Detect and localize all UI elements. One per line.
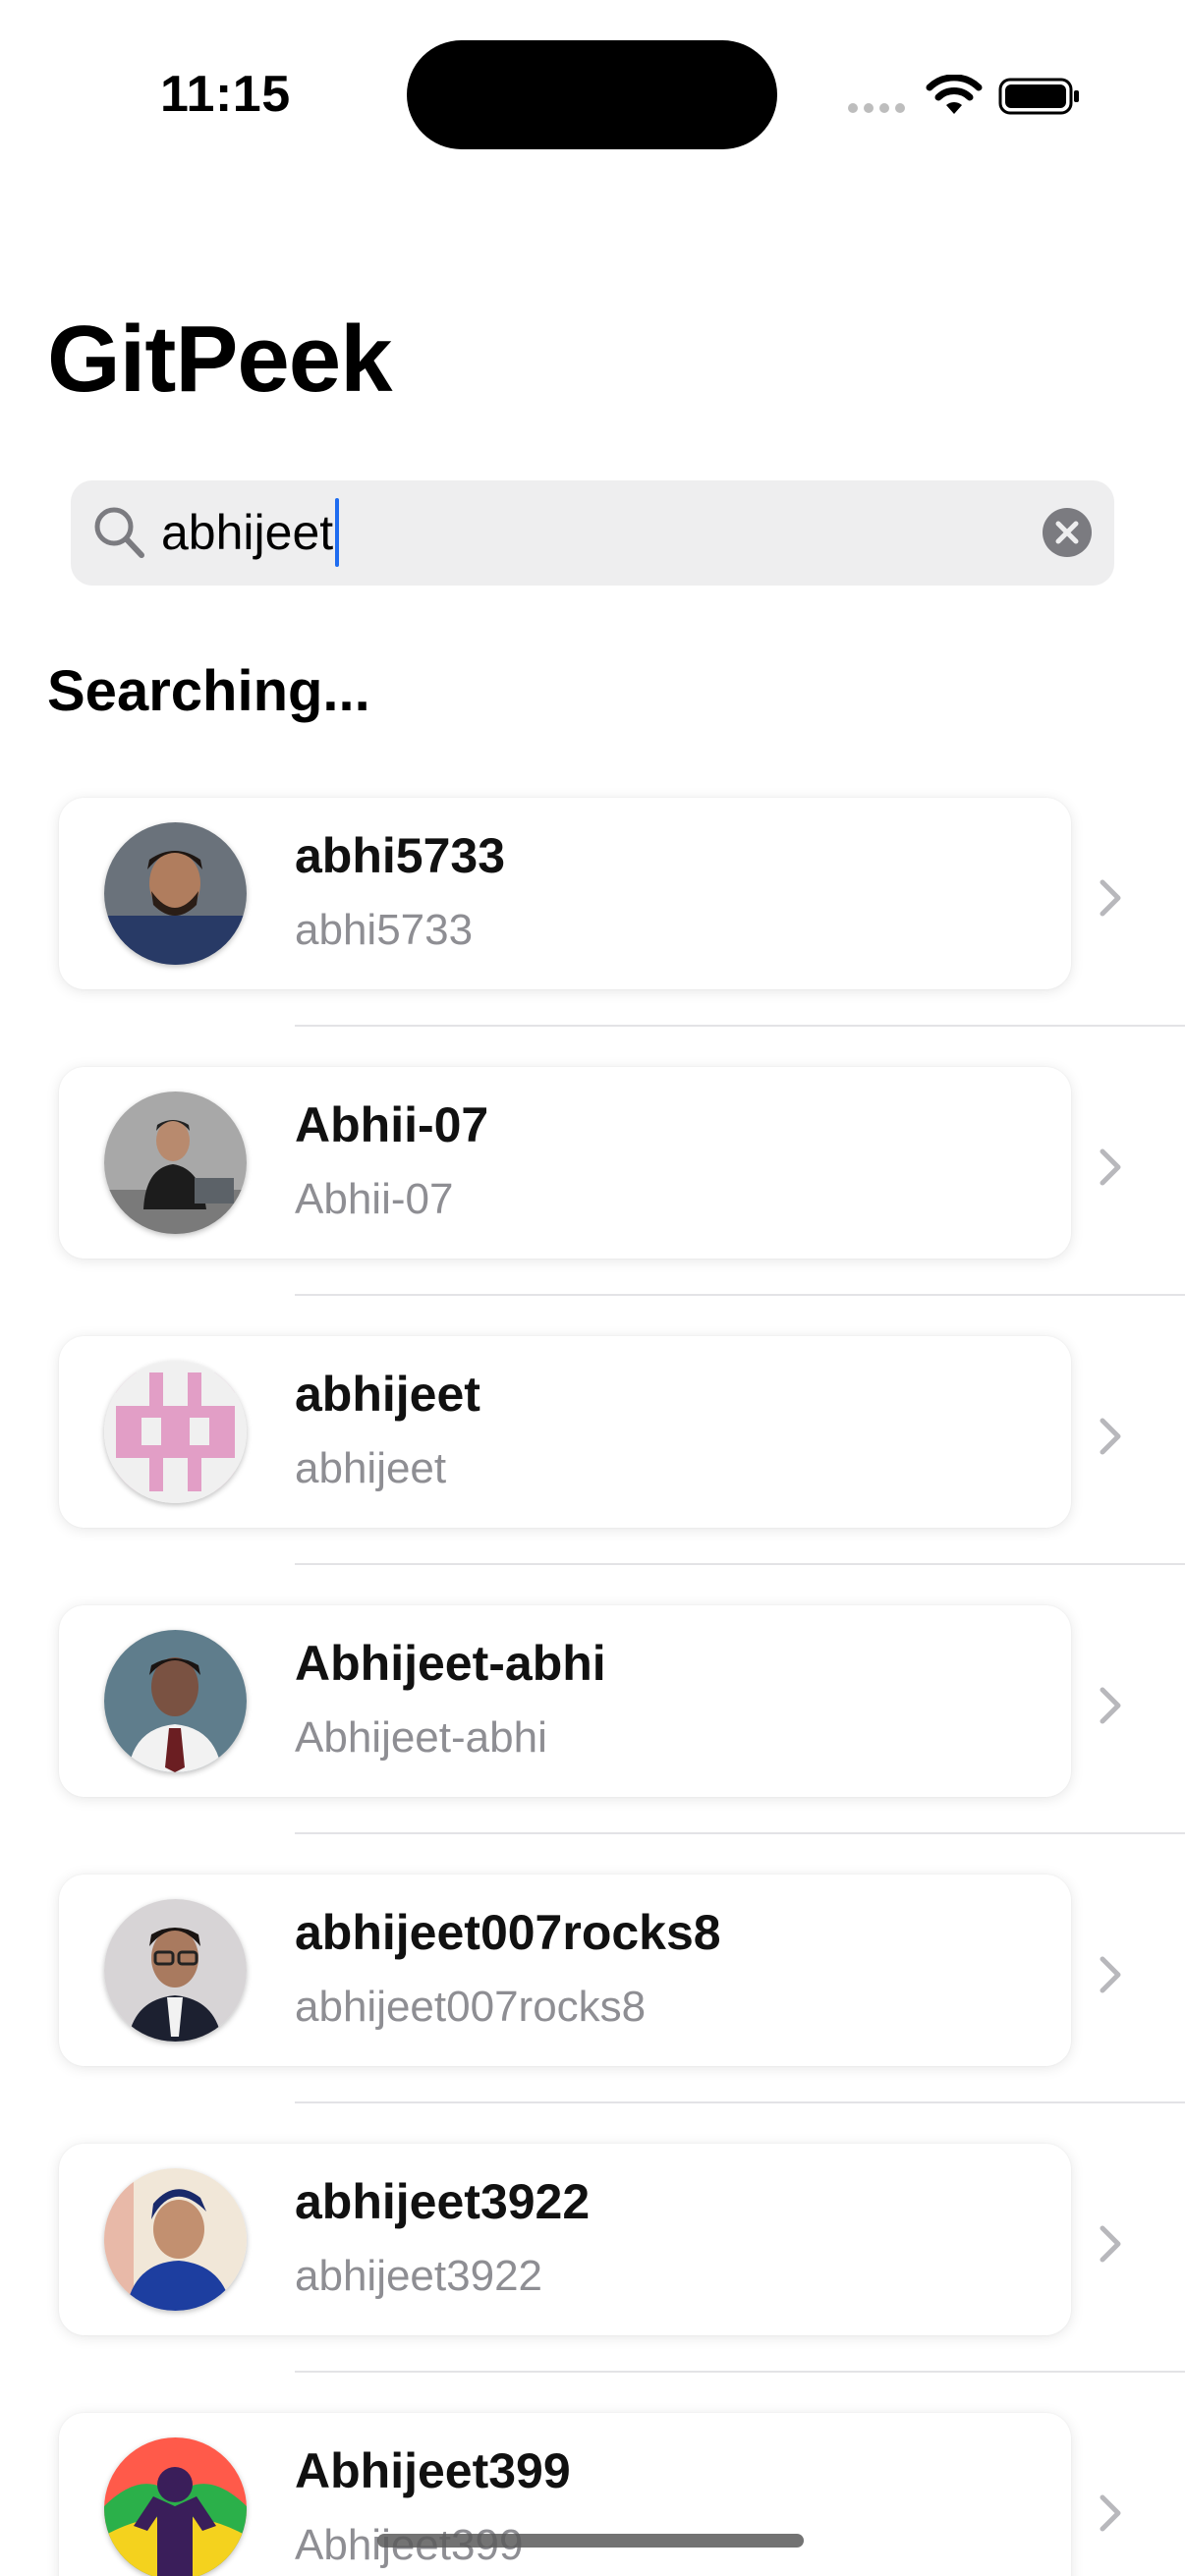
avatar	[104, 2168, 247, 2311]
home-indicator[interactable]	[377, 2534, 804, 2548]
user-name: abhi5733	[295, 828, 506, 883]
user-list: abhi5733 abhi5733 Abhii-07 Abhii-07 abhi…	[0, 0, 1185, 2576]
avatar	[104, 1899, 247, 2042]
screen: 11:15 GitPeek abhijeet Searching... abhi…	[0, 0, 1185, 2576]
list-item[interactable]: abhi5733 abhi5733	[0, 798, 1185, 1067]
avatar	[104, 1630, 247, 1772]
illustration-colorful-avatar	[104, 2437, 247, 2576]
list-item[interactable]: abhijeet abhijeet	[0, 1336, 1185, 1605]
user-card[interactable]: Abhii-07 Abhii-07	[59, 1067, 1071, 1259]
row-separator	[295, 1294, 1185, 1296]
photo-man-beard-avatar	[104, 822, 247, 965]
avatar	[104, 2437, 247, 2576]
row-separator	[295, 1832, 1185, 1834]
chevron-right-icon	[1100, 2494, 1121, 2532]
user-login: Abhijeet-abhi	[295, 1713, 547, 1762]
chevron-right-icon	[1100, 879, 1121, 917]
user-card[interactable]: abhi5733 abhi5733	[59, 798, 1071, 989]
row-separator	[295, 1025, 1185, 1027]
user-card[interactable]: Abhijeet399 Abhijeet399	[59, 2413, 1071, 2576]
avatar	[104, 1092, 247, 1234]
chevron-right-icon	[1100, 2225, 1121, 2263]
user-login: abhi5733	[295, 906, 474, 954]
photo-man-blue-avatar	[104, 2168, 247, 2311]
chevron-right-icon	[1100, 1418, 1121, 1455]
user-card[interactable]: Abhijeet-abhi Abhijeet-abhi	[59, 1605, 1071, 1797]
user-card[interactable]: abhijeet007rocks8 abhijeet007rocks8	[59, 1875, 1071, 2066]
chevron-right-icon	[1100, 1148, 1121, 1186]
list-item[interactable]: abhijeet3922 abhijeet3922	[0, 2144, 1185, 2413]
photo-man-glasses-avatar	[104, 1899, 247, 2042]
photo-man-laptop-avatar	[104, 1092, 247, 1234]
list-item[interactable]: Abhii-07 Abhii-07	[0, 1067, 1185, 1336]
user-login: Abhii-07	[295, 1175, 454, 1223]
avatar	[104, 1361, 247, 1503]
user-name: Abhijeet-abhi	[295, 1636, 606, 1691]
user-name: abhijeet3922	[295, 2174, 591, 2229]
row-separator	[295, 1563, 1185, 1565]
avatar	[104, 822, 247, 965]
chevron-right-icon	[1100, 1687, 1121, 1724]
user-name: Abhijeet399	[295, 2443, 571, 2498]
user-name: Abhii-07	[295, 1097, 489, 1152]
list-item[interactable]: Abhijeet399 Abhijeet399	[0, 2413, 1185, 2576]
user-login: abhijeet	[295, 1444, 447, 1492]
user-login: abhijeet3922	[295, 2252, 543, 2300]
user-card[interactable]: abhijeet abhijeet	[59, 1336, 1071, 1528]
user-name: abhijeet007rocks8	[295, 1905, 721, 1960]
chevron-right-icon	[1100, 1956, 1121, 1993]
list-item[interactable]: Abhijeet-abhi Abhijeet-abhi	[0, 1605, 1185, 1875]
list-item[interactable]: abhijeet007rocks8 abhijeet007rocks8	[0, 1875, 1185, 2144]
row-separator	[295, 2101, 1185, 2103]
user-login: abhijeet007rocks8	[295, 1983, 647, 2031]
photo-man-tie-avatar	[104, 1630, 247, 1772]
row-separator	[295, 2371, 1185, 2373]
identicon-avatar	[104, 1361, 247, 1503]
user-card[interactable]: abhijeet3922 abhijeet3922	[59, 2144, 1071, 2335]
user-name: abhijeet	[295, 1367, 480, 1422]
